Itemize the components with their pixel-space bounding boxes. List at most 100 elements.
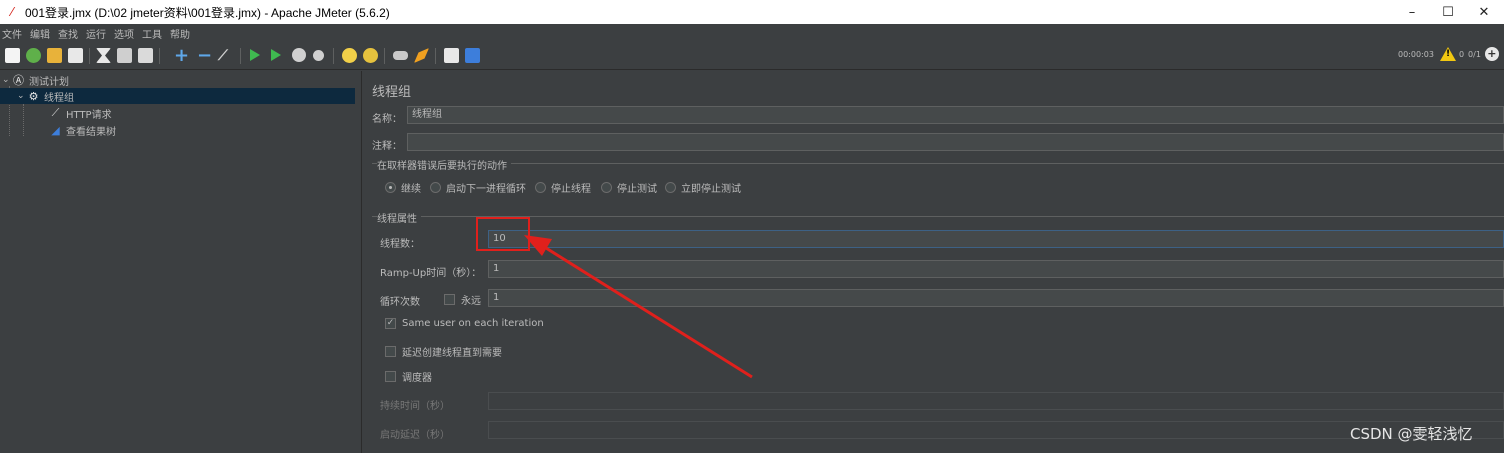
- forever-checkbox[interactable]: 永远: [444, 292, 481, 307]
- flask-icon: Ⓐ: [13, 74, 24, 87]
- status-area: 00:00:03 ! 0 0/1 +: [1398, 47, 1499, 61]
- title-bar: ⁄ 001登录.jmx (D:\02 jmeter资料\001登录.jmx) -…: [0, 0, 1504, 24]
- menu-help[interactable]: 帮助: [170, 26, 190, 41]
- toolbar-separator: [384, 48, 385, 64]
- error-action-title: 在取样器错误后要执行的动作: [377, 157, 511, 172]
- function-helper-icon[interactable]: [444, 48, 459, 63]
- maximize-button[interactable]: ☐: [1430, 0, 1466, 24]
- toolbar-separator: [240, 48, 241, 64]
- tree-item-http-request[interactable]: ⟋ HTTP请求: [49, 105, 349, 121]
- checkbox-label: 调度器: [402, 373, 432, 384]
- radio-label: 启动下一进程循环: [446, 184, 526, 195]
- threads-field[interactable]: 10: [488, 230, 1504, 248]
- menu-search[interactable]: 查找: [58, 26, 78, 41]
- comment-field[interactable]: [407, 133, 1504, 151]
- menu-options[interactable]: 选项: [114, 26, 134, 41]
- toolbar-separator: [89, 48, 90, 64]
- shutdown-icon[interactable]: [313, 50, 324, 61]
- rampup-field[interactable]: 1: [488, 260, 1504, 278]
- start-no-pause-icon[interactable]: [271, 49, 281, 61]
- checkbox-label: Same user on each iteration: [402, 318, 544, 329]
- close-button[interactable]: ✕: [1466, 0, 1502, 24]
- toolbar: + − ⟋: [0, 42, 1504, 70]
- open-icon[interactable]: [47, 48, 62, 63]
- same-user-checkbox[interactable]: ✓ Same user on each iteration: [385, 318, 544, 329]
- test-plan-tree: ⌄ Ⓐ 测试计划 ⌄ ⚙ 线程组 ⟋ HTTP请求 ◢ 查看结果树: [0, 71, 362, 453]
- minimize-button[interactable]: –: [1394, 0, 1430, 24]
- chart-icon: ◢: [51, 123, 60, 137]
- menu-run[interactable]: 运行: [86, 26, 106, 41]
- radio-label: 停止测试: [617, 184, 657, 195]
- save-icon[interactable]: [68, 48, 83, 63]
- tree-item-thread-group[interactable]: ⌄ ⚙ 线程组: [0, 88, 355, 104]
- gear-icon: ⚙: [28, 89, 39, 103]
- clear-all-icon[interactable]: [363, 48, 378, 63]
- startup-delay-label: 启动延迟（秒）: [380, 430, 450, 441]
- toggle-icon[interactable]: ⟋: [218, 48, 228, 64]
- new-icon[interactable]: [5, 48, 20, 63]
- annotation-highlight-box: [476, 217, 530, 251]
- pipette-icon: ⟋: [51, 106, 60, 119]
- chevron-down-icon[interactable]: ⌄: [2, 75, 12, 85]
- radio-start-next-loop[interactable]: 启动下一进程循环: [430, 180, 526, 195]
- elapsed-time: 00:00:03: [1398, 49, 1434, 59]
- radio-dot: [601, 182, 612, 193]
- warning-icon[interactable]: !: [1439, 47, 1456, 61]
- copy-icon[interactable]: [117, 48, 132, 63]
- name-label: 名称：: [372, 114, 402, 125]
- threads-label: 线程数：: [380, 239, 420, 250]
- checkbox-box: [444, 294, 455, 305]
- radio-label: 立即停止测试: [681, 184, 741, 195]
- duration-field[interactable]: [488, 392, 1504, 410]
- radio-stop-thread[interactable]: 停止线程: [535, 180, 591, 195]
- thread-props-group: [372, 216, 1504, 217]
- radio-stop-test-now[interactable]: 立即停止测试: [665, 180, 741, 195]
- tree-item-label: 测试计划: [29, 76, 69, 88]
- clear-icon[interactable]: [342, 48, 357, 63]
- thread-props-title: 线程属性: [377, 210, 421, 225]
- toolbar-separator: [159, 48, 160, 64]
- radio-label: 继续: [401, 184, 421, 195]
- duration-label: 持续时间（秒）: [380, 401, 450, 412]
- rampup-label: Ramp-Up时间（秒）：: [380, 268, 482, 279]
- reset-search-icon[interactable]: [414, 48, 429, 63]
- expand-icon[interactable]: +: [174, 45, 189, 66]
- comment-label: 注释：: [372, 141, 402, 152]
- scheduler-checkbox[interactable]: 调度器: [385, 369, 432, 384]
- cut-icon[interactable]: [96, 48, 111, 63]
- thread-group-panel: 线程组 名称： 线程组 注释： 在取样器错误后要执行的动作 继续 启动下一进程循…: [363, 71, 1504, 453]
- window-title: 001登录.jmx (D:\02 jmeter资料\001登录.jmx) - A…: [25, 5, 390, 20]
- toolbar-separator: [333, 48, 334, 64]
- checkbox-label: 永远: [461, 296, 481, 307]
- checkbox-box: [385, 346, 396, 357]
- tree-item-test-plan[interactable]: ⌄ Ⓐ 测试计划: [2, 72, 362, 88]
- radio-stop-test[interactable]: 停止测试: [601, 180, 657, 195]
- loop-label: 循环次数: [380, 297, 420, 308]
- collapse-icon[interactable]: −: [197, 45, 212, 66]
- help-icon[interactable]: [465, 48, 480, 63]
- loop-field[interactable]: 1: [488, 289, 1504, 307]
- paste-icon[interactable]: [138, 48, 153, 63]
- stop-icon[interactable]: [292, 48, 306, 62]
- radio-label: 停止线程: [551, 184, 591, 195]
- start-icon[interactable]: [250, 49, 260, 61]
- tree-item-label: 查看结果树: [66, 126, 116, 138]
- radio-dot: [535, 182, 546, 193]
- chevron-down-icon[interactable]: ⌄: [17, 91, 27, 101]
- radio-dot: [665, 182, 676, 193]
- error-action-group: [372, 163, 1504, 164]
- menu-tools[interactable]: 工具: [142, 26, 162, 41]
- search-icon[interactable]: [393, 51, 408, 60]
- remote-icon[interactable]: +: [1484, 47, 1499, 61]
- delay-checkbox[interactable]: 延迟创建线程直到需要: [385, 344, 502, 359]
- tree-item-result-tree[interactable]: ◢ 查看结果树: [49, 122, 349, 138]
- templates-icon[interactable]: [26, 48, 41, 63]
- jmeter-feather-icon: ⁄: [10, 5, 13, 19]
- thread-count: 0/1: [1468, 49, 1481, 59]
- tree-item-label: 线程组: [44, 92, 74, 104]
- name-field[interactable]: 线程组: [407, 106, 1504, 124]
- menu-edit[interactable]: 编辑: [30, 26, 50, 41]
- checkmark-icon: ✓: [385, 318, 396, 329]
- menu-file[interactable]: 文件: [2, 26, 22, 41]
- radio-continue[interactable]: 继续: [385, 180, 421, 195]
